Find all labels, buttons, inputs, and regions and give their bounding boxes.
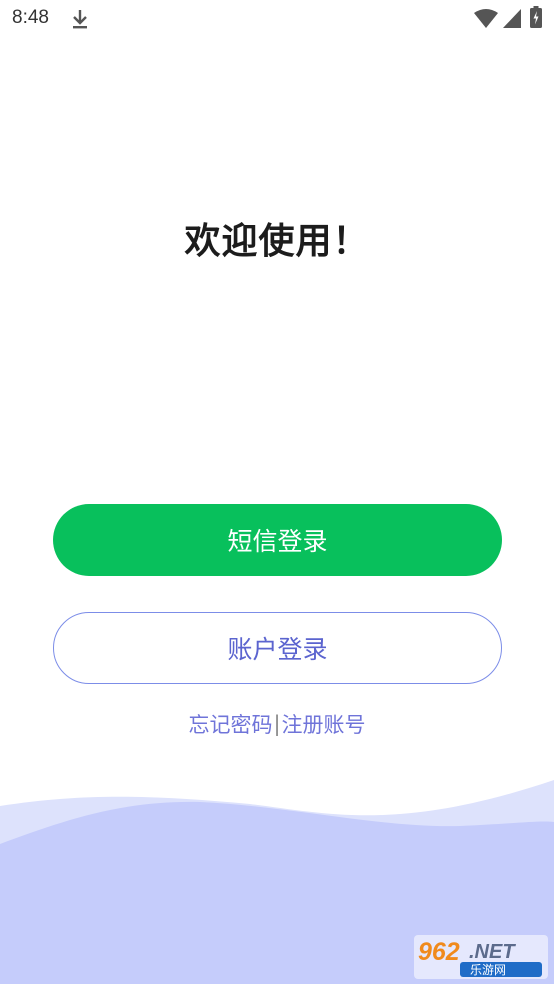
- battery-icon: [530, 6, 542, 28]
- sms-login-label: 短信登录: [227, 527, 328, 556]
- welcome-title: 欢迎使用！: [184, 221, 370, 262]
- register-account-link[interactable]: 注册账号: [282, 709, 366, 739]
- svg-text:.NET: .NET: [469, 941, 516, 963]
- svg-text:962: 962: [418, 938, 460, 966]
- forgot-password-link[interactable]: 忘记密码: [188, 709, 272, 739]
- watermark-logo: 962 .NET 乐游网: [414, 935, 548, 979]
- account-login-button[interactable]: 账户登录: [53, 612, 502, 684]
- wifi-icon: [474, 9, 498, 28]
- download-icon: [73, 10, 87, 29]
- auth-links: 忘记密码 | 注册账号: [0, 708, 554, 740]
- status-time: 8:48: [12, 7, 49, 28]
- link-separator: |: [273, 712, 281, 736]
- account-login-label: 账户登录: [227, 635, 328, 664]
- svg-text:乐游网: 乐游网: [470, 963, 506, 977]
- status-bar: 8:48: [0, 0, 554, 38]
- signal-icon: [503, 9, 521, 28]
- sms-login-button[interactable]: 短信登录: [53, 504, 502, 576]
